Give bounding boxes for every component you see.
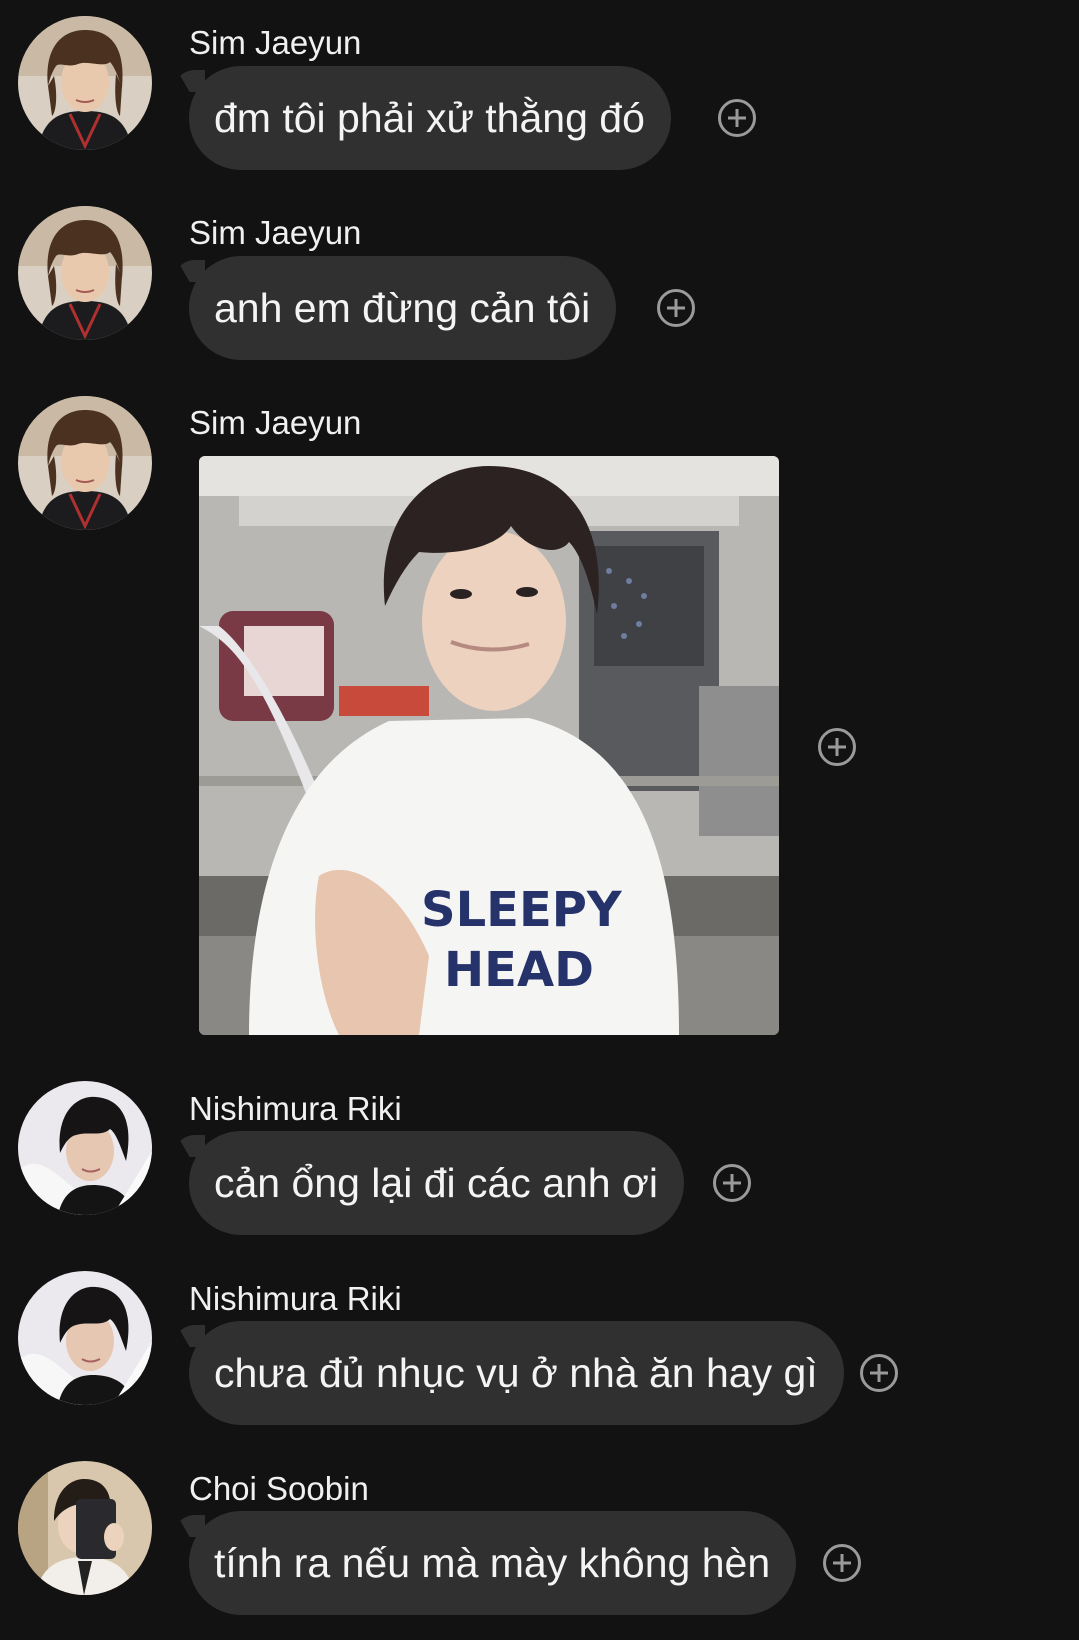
message-bubble[interactable]: chưa đủ nhục vụ ở nhà ăn hay gì [189,1321,844,1425]
avatar[interactable] [18,16,152,150]
sender-name: Nishimura Riki [189,1280,402,1317]
sender-name: Choi Soobin [189,1470,369,1507]
add-reaction-icon[interactable] [713,1164,751,1202]
avatar[interactable] [18,1271,152,1405]
avatar-jaeyun-image [18,16,152,150]
message-text: chưa đủ nhục vụ ở nhà ăn hay gì [214,1349,818,1396]
message-bubble[interactable]: anh em đừng cản tôi [189,256,617,360]
sender-name: Sim Jaeyun [189,404,362,441]
sender-name: Sim Jaeyun [189,214,362,251]
avatar-riki-image [18,1271,152,1405]
message-text: đm tôi phải xử thằng đó [214,94,645,141]
avatar[interactable] [18,1081,152,1215]
add-reaction-icon[interactable] [657,289,695,327]
message-bubble[interactable]: tính ra nếu mà mày không hèn [189,1511,797,1615]
avatar-jaeyun-image [18,396,152,530]
message-photo[interactable]: SLEEPY HEAD [199,456,779,1035]
photo-image: SLEEPY HEAD [199,456,779,1035]
avatar-soobin-image [18,1461,152,1595]
avatar-jaeyun-image [18,206,152,340]
add-reaction-icon[interactable] [718,99,756,137]
sender-name: Sim Jaeyun [189,24,362,61]
add-reaction-icon[interactable] [818,728,856,766]
add-reaction-icon[interactable] [823,1544,861,1582]
avatar-riki-image [18,1081,152,1215]
avatar[interactable] [18,396,152,530]
message-text: tính ra nếu mà mày không hèn [214,1539,771,1586]
message-text: cản ổng lại đi các anh ơi [214,1159,658,1206]
avatar[interactable] [18,206,152,340]
message-bubble[interactable]: cản ổng lại đi các anh ơi [189,1131,684,1235]
avatar[interactable] [18,1461,152,1595]
message-bubble[interactable]: đm tôi phải xử thằng đó [189,66,671,170]
sender-name: Nishimura Riki [189,1090,402,1127]
shirt-text-line1: SLEEPY [421,882,623,938]
shirt-text-line2: HEAD [444,942,594,998]
message-text: anh em đừng cản tôi [214,284,591,331]
add-reaction-icon[interactable] [860,1354,898,1392]
